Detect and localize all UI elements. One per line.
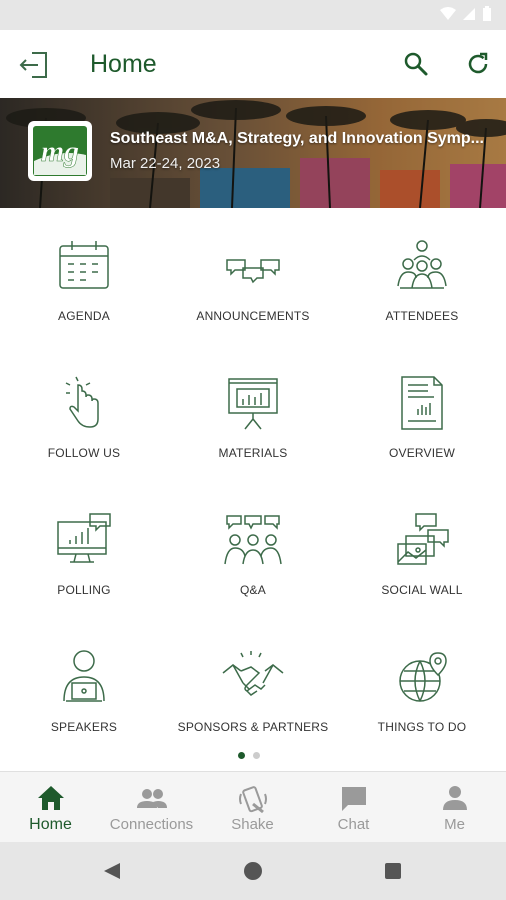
social-photos-icon xyxy=(397,513,449,565)
tile-polling[interactable]: POLLING xyxy=(0,482,168,618)
back-icon[interactable] xyxy=(102,861,122,881)
event-dates: Mar 22-24, 2023 xyxy=(110,155,221,172)
calendar-icon xyxy=(59,241,109,289)
tap-hand-icon xyxy=(65,376,99,428)
chat-icon xyxy=(341,787,366,811)
system-navigation-bar xyxy=(0,842,506,900)
document-chart-icon xyxy=(401,376,443,430)
tile-sponsors[interactable]: SPONSORS & PARTNERS xyxy=(169,619,337,755)
people-group-icon xyxy=(397,240,447,289)
feature-grid: AGENDA ANNOUNCEMENTS ATTENDEES FOLLOW US xyxy=(0,208,506,748)
page-dot-active[interactable] xyxy=(238,752,245,759)
tile-things-to-do[interactable]: THINGS TO DO xyxy=(338,619,506,755)
tile-attendees[interactable]: ATTENDEES xyxy=(338,208,506,344)
tile-overview[interactable]: OVERVIEW xyxy=(338,345,506,481)
tile-label: OVERVIEW xyxy=(388,446,456,460)
tile-label: THINGS TO DO xyxy=(377,720,467,734)
presentation-board-icon xyxy=(228,378,278,430)
tile-label: POLLING xyxy=(57,583,111,597)
refresh-icon[interactable] xyxy=(464,50,492,78)
wifi-icon xyxy=(440,7,456,20)
nav-label: Me xyxy=(444,816,465,833)
event-logo: mg xyxy=(28,121,92,181)
signal-icon xyxy=(463,8,475,20)
nav-label: Home xyxy=(29,816,72,833)
nav-shake[interactable]: Shake xyxy=(202,772,303,842)
tile-follow-us[interactable]: FOLLOW US xyxy=(0,345,168,481)
nav-connections[interactable]: Connections xyxy=(101,772,202,842)
event-banner[interactable]: mg Southeast M&A, Strategy, and Innovati… xyxy=(0,98,506,208)
shake-phone-icon xyxy=(238,786,267,814)
tile-announcements[interactable]: ANNOUNCEMENTS xyxy=(169,208,337,344)
home-icon xyxy=(37,786,64,810)
tile-label: ANNOUNCEMENTS xyxy=(196,309,310,323)
nav-label: Shake xyxy=(231,816,274,833)
page-dot[interactable] xyxy=(253,752,260,759)
nav-label: Chat xyxy=(337,816,370,833)
globe-pin-icon xyxy=(399,652,447,702)
tile-label: SPONSORS & PARTNERS xyxy=(177,720,329,734)
page-title: Home xyxy=(90,50,157,78)
qa-people-icon xyxy=(224,515,282,565)
nav-me[interactable]: Me xyxy=(404,772,505,842)
tile-label: AGENDA xyxy=(58,309,110,323)
handshake-icon xyxy=(222,651,284,696)
tile-social-wall[interactable]: SOCIAL WALL xyxy=(338,482,506,618)
tile-materials[interactable]: MATERIALS xyxy=(169,345,337,481)
svg-text:mg: mg xyxy=(41,135,79,168)
nav-home[interactable]: Home xyxy=(0,772,101,842)
nav-label: Connections xyxy=(109,816,194,833)
recents-icon[interactable] xyxy=(384,862,402,880)
page-indicator xyxy=(238,752,260,759)
tile-label: Q&A xyxy=(240,583,266,597)
bottom-navigation: Home Connections Shake Chat Me xyxy=(0,771,506,842)
speaker-laptop-icon xyxy=(63,650,105,702)
tile-label: SOCIAL WALL xyxy=(381,583,463,597)
monitor-chart-icon xyxy=(57,513,111,563)
tile-label: FOLLOW US xyxy=(47,446,121,460)
app-bar: Home xyxy=(0,30,506,98)
tile-label: SPEAKERS xyxy=(50,720,118,734)
tile-label: ATTENDEES xyxy=(385,309,459,323)
home-button-icon[interactable] xyxy=(243,861,263,881)
tile-qa[interactable]: Q&A xyxy=(169,482,337,618)
search-icon[interactable] xyxy=(402,50,430,78)
tile-speakers[interactable]: SPEAKERS xyxy=(0,619,168,755)
status-bar xyxy=(0,0,506,30)
tile-label: MATERIALS xyxy=(218,446,288,460)
event-name: Southeast M&A, Strategy, and Innovation … xyxy=(110,130,484,147)
tile-agenda[interactable]: AGENDA xyxy=(0,208,168,344)
person-icon xyxy=(442,786,467,810)
people-icon xyxy=(136,789,167,808)
logout-icon[interactable] xyxy=(18,48,52,82)
speech-bubbles-icon xyxy=(226,259,280,284)
battery-icon xyxy=(483,6,491,21)
nav-chat[interactable]: Chat xyxy=(303,772,404,842)
